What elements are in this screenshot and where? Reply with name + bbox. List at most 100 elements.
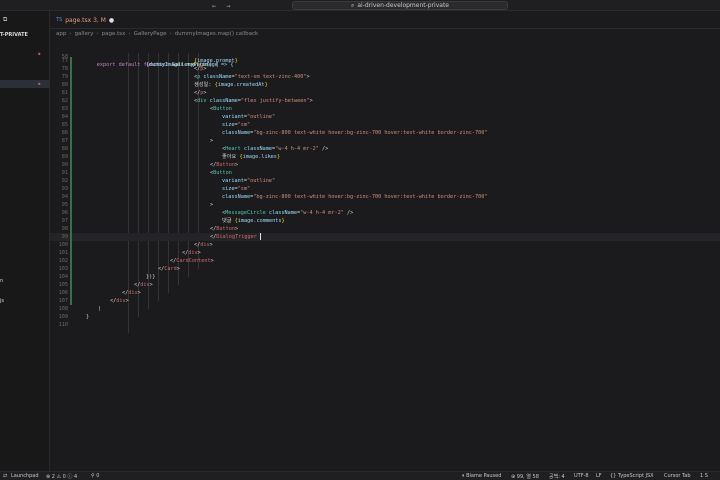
git-change-marker[interactable] bbox=[70, 105, 72, 113]
code-line[interactable]: 96 <MessageCircle className="w-4 h-4 mr-2… bbox=[50, 209, 720, 217]
code-line[interactable]: 107 </div> bbox=[50, 297, 720, 305]
code-line[interactable]: 110 bbox=[50, 321, 720, 329]
git-change-marker[interactable] bbox=[70, 97, 72, 105]
back-arrow-icon[interactable]: ← bbox=[212, 2, 216, 10]
git-change-marker[interactable] bbox=[70, 113, 72, 121]
git-change-marker[interactable] bbox=[70, 185, 72, 193]
git-change-marker[interactable] bbox=[70, 121, 72, 129]
code-line[interactable]: 103 </Card> bbox=[50, 265, 720, 273]
sidebar-item-label[interactable]: n bbox=[0, 278, 3, 284]
git-change-marker[interactable] bbox=[70, 265, 72, 273]
code-text: size="sm" bbox=[222, 186, 251, 192]
code-line[interactable]: 83 <Button bbox=[50, 105, 720, 113]
tab-page-tsx[interactable]: TS page.tsx 3, M ● bbox=[52, 13, 118, 27]
code-line[interactable]: 79 <p className="text-sm text-zinc-400"> bbox=[50, 73, 720, 81]
code-line[interactable]: 81 </p> bbox=[50, 89, 720, 97]
breadcrumb-item[interactable]: app bbox=[56, 31, 66, 37]
git-change-marker[interactable] bbox=[70, 297, 72, 305]
forward-arrow-icon[interactable]: → bbox=[226, 2, 230, 10]
git-change-marker[interactable] bbox=[70, 145, 72, 153]
code-text: </p> bbox=[194, 90, 207, 96]
code-line[interactable]: 91 <Button bbox=[50, 169, 720, 177]
code-line[interactable]: 100 </div> bbox=[50, 241, 720, 249]
git-change-marker[interactable] bbox=[70, 201, 72, 209]
code-line[interactable]: 86 className="bg-zinc-800 text-white hove… bbox=[50, 129, 720, 137]
line-number: 108 bbox=[58, 306, 68, 312]
launchpad-button[interactable]: Launchpad bbox=[11, 473, 39, 479]
code-line[interactable]: 98 </Button> bbox=[50, 225, 720, 233]
code-line[interactable]: 82 <div className="flex justify-between"> bbox=[50, 97, 720, 105]
code-line[interactable]: 102 </CardContent> bbox=[50, 257, 720, 265]
selected-file-row[interactable] bbox=[0, 80, 50, 88]
breadcrumb-item[interactable]: page.tsx bbox=[102, 31, 126, 37]
git-change-marker[interactable] bbox=[70, 73, 72, 81]
code-text: </Button> bbox=[210, 162, 239, 168]
cursor-tab-status[interactable]: Cursor Tab bbox=[664, 473, 691, 479]
git-change-marker[interactable] bbox=[70, 57, 72, 65]
encoding-status[interactable]: UTF-8 bbox=[574, 473, 589, 479]
git-change-marker[interactable] bbox=[70, 129, 72, 137]
code-line[interactable]: 94 className="bg-zinc-800 text-white hove… bbox=[50, 193, 720, 201]
sidebar-item-label[interactable]: js bbox=[0, 298, 4, 304]
git-change-marker[interactable] bbox=[70, 257, 72, 265]
extra-status[interactable]: 1 S bbox=[700, 473, 708, 479]
code-line[interactable]: 101 </div> bbox=[50, 249, 720, 257]
code-line[interactable]: 77 {image.prompt} bbox=[50, 57, 720, 65]
code-line[interactable]: 106 </div> bbox=[50, 289, 720, 297]
code-line[interactable]: 85 size="sm" bbox=[50, 121, 720, 129]
git-change-marker[interactable] bbox=[70, 169, 72, 177]
git-change-marker[interactable] bbox=[70, 209, 72, 217]
unsaved-dot-icon[interactable]: ● bbox=[109, 17, 114, 24]
code-line[interactable]: 97 댓글 {image.comments} bbox=[50, 217, 720, 225]
git-change-marker[interactable] bbox=[70, 81, 72, 89]
breadcrumb-item[interactable]: GalleryPage bbox=[134, 31, 167, 37]
ports-indicator[interactable]: ⚲ 0 bbox=[91, 473, 99, 479]
cursor-position[interactable]: ⊕ 99, 열 58 bbox=[511, 473, 539, 480]
git-change-marker[interactable] bbox=[70, 281, 72, 289]
git-change-marker[interactable] bbox=[70, 153, 72, 161]
code-line[interactable]: 108) bbox=[50, 305, 720, 313]
indentation-status[interactable]: 공백: 4 bbox=[549, 473, 565, 480]
git-change-marker[interactable] bbox=[70, 241, 72, 249]
git-change-marker[interactable] bbox=[70, 217, 72, 225]
code-line[interactable]: 104})} bbox=[50, 273, 720, 281]
code-line[interactable]: 88 <Heart className="w-4 h-4 mr-2" /> bbox=[50, 145, 720, 153]
code-line[interactable]: 99 </DialogTrigger bbox=[50, 233, 720, 241]
git-change-marker[interactable] bbox=[70, 89, 72, 97]
git-change-marker[interactable] bbox=[70, 249, 72, 257]
problems-indicator[interactable]: ⊗ 2 ⚠ 0 ⓘ 4 bbox=[46, 473, 77, 480]
code-line[interactable]: 87 > bbox=[50, 137, 720, 145]
split-view-icon[interactable]: ⧉ bbox=[3, 16, 7, 24]
sticky-scroll-line[interactable]: 45 export default function GalleryPage()… bbox=[50, 37, 720, 68]
git-change-marker[interactable] bbox=[70, 289, 72, 297]
git-change-marker[interactable] bbox=[70, 177, 72, 185]
git-change-marker[interactable] bbox=[70, 137, 72, 145]
git-change-marker[interactable] bbox=[70, 233, 72, 241]
code-line[interactable]: 105 </div> bbox=[50, 281, 720, 289]
code-line[interactable]: 78 </p> bbox=[50, 65, 720, 73]
blame-status[interactable]: ⏸ Blame Paused bbox=[462, 473, 501, 479]
eol-status[interactable]: LF bbox=[596, 473, 602, 479]
code-editor[interactable]: 45 export default function GalleryPage()… bbox=[50, 37, 720, 337]
code-line[interactable]: 90 </Button> bbox=[50, 161, 720, 169]
git-change-marker[interactable] bbox=[70, 273, 72, 281]
code-line[interactable]: 109} bbox=[50, 313, 720, 321]
language-mode[interactable]: {} TypeScript JSX bbox=[610, 473, 654, 479]
command-search-box[interactable]: ⌕ ai-driven-development-private bbox=[292, 1, 508, 10]
code-line[interactable]: 93 size="sm" bbox=[50, 185, 720, 193]
breadcrumb-item[interactable]: dummyImages.map() callback bbox=[175, 31, 259, 37]
code-line[interactable]: 92 variant="outline" bbox=[50, 177, 720, 185]
git-change-marker[interactable] bbox=[70, 65, 72, 73]
project-name[interactable]: T-PRIVATE bbox=[0, 32, 28, 38]
git-change-marker[interactable] bbox=[70, 225, 72, 233]
code-line[interactable]: 84 variant="outline" bbox=[50, 113, 720, 121]
git-change-marker[interactable] bbox=[70, 193, 72, 201]
code-line[interactable]: 95 > bbox=[50, 201, 720, 209]
remote-icon[interactable]: ⇄ bbox=[3, 473, 7, 479]
sticky-scroll-line[interactable]: 58 {dummyImages.map((image => { bbox=[50, 45, 720, 68]
git-change-marker[interactable] bbox=[70, 161, 72, 169]
code-text: </DialogTrigger bbox=[210, 233, 261, 241]
code-line[interactable]: 80 생성일: {image.createdAt} bbox=[50, 81, 720, 89]
breadcrumb-item[interactable]: gallery bbox=[75, 31, 94, 37]
code-line[interactable]: 89 좋아요 {image.likes} bbox=[50, 153, 720, 161]
